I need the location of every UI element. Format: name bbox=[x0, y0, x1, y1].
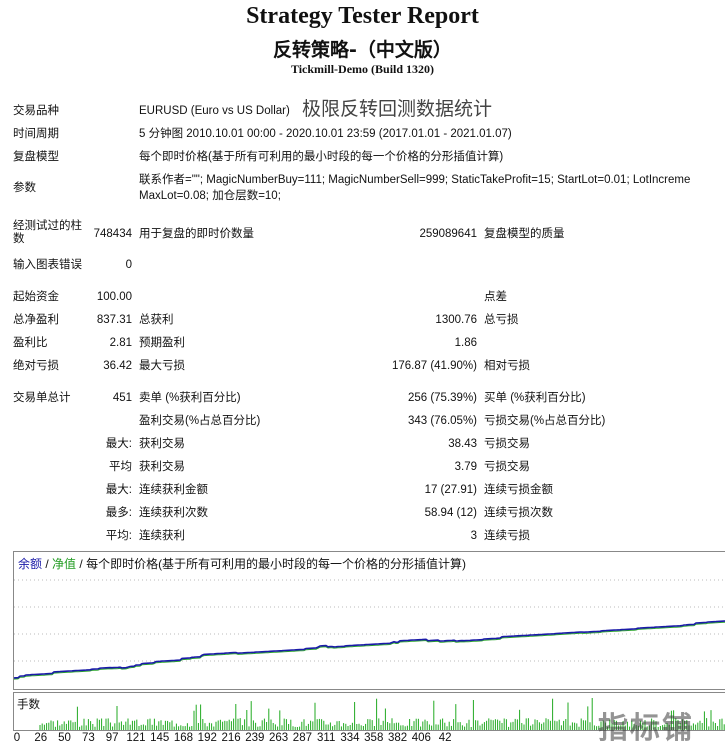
x-tick-label: 382 bbox=[387, 732, 408, 744]
cons-profit-count-value: 58.94 (12) bbox=[424, 507, 477, 519]
legend-balance: 余额 bbox=[18, 557, 43, 571]
average-label: 平均 bbox=[109, 461, 132, 473]
cons-wins-money-label: 连续获利金额 bbox=[139, 484, 208, 496]
x-tick-label: 406 bbox=[411, 732, 431, 744]
x-tick-label: 97 bbox=[105, 732, 119, 744]
gross-profit-label: 总获利 bbox=[139, 314, 174, 326]
watermark-text: 指标铺 bbox=[598, 712, 694, 745]
params-line-2: MaxLot=0.08; 加仓层数=10; bbox=[139, 190, 281, 202]
gross-loss-label: 总亏损 bbox=[484, 314, 519, 326]
maximal-label: 最多: bbox=[105, 507, 132, 519]
profit-trades-value: 343 (76.05%) bbox=[407, 415, 477, 427]
profit-factor-label: 盈利比 bbox=[13, 337, 48, 349]
spread-label: 点差 bbox=[484, 291, 507, 303]
profit-trades-label: 盈利交易(%占总百分比) bbox=[139, 415, 261, 427]
model-value: 每个即时价格(基于所有可利用的最小时段的每一个价格的分形插值计算) bbox=[139, 151, 504, 163]
largest-label: 最大: bbox=[105, 438, 132, 450]
avg-cons-wins-value: 3 bbox=[470, 530, 477, 542]
largest-profit-value: 38.43 bbox=[448, 438, 477, 450]
equity-line bbox=[14, 621, 725, 680]
x-tick-label: 0 bbox=[13, 732, 21, 744]
x-tick-label: 239 bbox=[245, 732, 265, 744]
server-build: Tickmill-Demo (Build 1320) bbox=[290, 62, 435, 76]
initial-deposit-label: 起始资金 bbox=[13, 291, 59, 303]
x-tick-label: 73 bbox=[81, 732, 95, 744]
long-trades-label: 买单 (%获利百分比) bbox=[484, 392, 586, 404]
x-tick-label: 50 bbox=[58, 732, 71, 744]
x-tick-label: 192 bbox=[197, 732, 217, 744]
avg-cons-wins-label: 连续获利 bbox=[139, 530, 185, 542]
symbol-label: 交易品种 bbox=[13, 105, 59, 117]
total-trades-label: 交易单总计 bbox=[13, 392, 71, 404]
avg-loss-label: 亏损交易 bbox=[484, 461, 530, 473]
graph-legend: 余额 / 净值 / 每个即时价格(基于所有可利用的最小时段的每一个价格的分形插值… bbox=[18, 555, 466, 572]
x-tick-label: 121 bbox=[126, 732, 146, 744]
legend-equity: 净值 bbox=[52, 557, 77, 571]
legend-model: 每个即时价格(基于所有可利用的最小时段的每一个价格的分形插值计算) bbox=[86, 557, 467, 571]
avg-profit-value: 3.79 bbox=[454, 461, 477, 473]
short-trades-value: 256 (75.39%) bbox=[407, 392, 477, 404]
x-tick-label: 358 bbox=[364, 732, 384, 744]
legend-separator: / bbox=[76, 557, 87, 571]
strategy-name: 反转策略-（中文版） bbox=[273, 39, 452, 61]
x-tick-label: 168 bbox=[173, 732, 194, 744]
gross-profit-value: 1300.76 bbox=[435, 314, 477, 326]
max-drawdown-value: 176.87 (41.90%) bbox=[391, 360, 477, 372]
overlay-caption: 极限反转回测数据统计 bbox=[302, 99, 493, 120]
loss-trades-label: 亏损交易(%占总百分比) bbox=[484, 415, 606, 427]
cons-loss-count-label: 连续亏损次数 bbox=[484, 507, 553, 519]
expected-payoff-label: 预期盈利 bbox=[139, 337, 185, 349]
x-tick-label: 42 bbox=[438, 732, 452, 744]
bars-value: 748434 bbox=[93, 228, 132, 240]
x-tick-label: 287 bbox=[292, 732, 312, 744]
x-tick-label: 145 bbox=[150, 732, 170, 744]
x-tick-label: 263 bbox=[269, 732, 289, 744]
bars-label: 经测试过的柱数 bbox=[13, 220, 82, 245]
cons-wins-money-value: 17 (27.91) bbox=[424, 484, 477, 496]
model-label: 复盘模型 bbox=[13, 151, 59, 163]
params-line-1: 联系作者=""; MagicNumberBuy=111; MagicNumber… bbox=[139, 174, 691, 186]
expected-payoff-value: 1.86 bbox=[454, 337, 477, 349]
period-label: 时间周期 bbox=[13, 128, 59, 140]
max-drawdown-label: 最大亏损 bbox=[139, 360, 185, 372]
abs-drawdown-label: 绝对亏损 bbox=[13, 360, 59, 372]
initial-deposit-value: 100.00 bbox=[96, 291, 132, 303]
cons-profit-count-label: 连续获利次数 bbox=[139, 507, 208, 519]
ticks-label: 用于复盘的即时价数量 bbox=[139, 228, 254, 240]
net-profit-value: 837.31 bbox=[96, 314, 132, 326]
errors-value: 0 bbox=[125, 259, 132, 271]
x-tick-label: 334 bbox=[340, 732, 360, 744]
avg-cons-losses-label: 连续亏损 bbox=[484, 530, 530, 542]
x-tick-label: 216 bbox=[221, 732, 241, 744]
avg-profit-label: 获利交易 bbox=[139, 461, 185, 473]
abs-drawdown-value: 36.42 bbox=[103, 360, 132, 372]
report-title: Strategy Tester Report bbox=[246, 3, 479, 29]
legend-separator: / bbox=[42, 557, 53, 571]
largest-loss-label: 亏损交易 bbox=[484, 438, 530, 450]
rel-drawdown-label: 相对亏损 bbox=[484, 360, 530, 372]
balance-line bbox=[14, 620, 725, 679]
balance-graph: 余额 / 净值 / 每个即时价格(基于所有可利用的最小时段的每一个价格的分形插值… bbox=[13, 551, 725, 690]
cons-losses-money-label: 连续亏损金额 bbox=[484, 484, 553, 496]
short-trades-label: 卖单 (%获利百分比) bbox=[139, 392, 241, 404]
errors-label: 输入图表错误 bbox=[13, 259, 82, 271]
volume-label: 手数 bbox=[17, 699, 40, 711]
net-profit-label: 总净盈利 bbox=[13, 314, 59, 326]
ticks-value: 259089641 bbox=[419, 228, 477, 240]
avg2-label: 平均: bbox=[105, 530, 132, 542]
x-tick-label: 311 bbox=[317, 732, 336, 744]
balance-graph-canvas bbox=[14, 579, 725, 680]
max-label: 最大: bbox=[105, 484, 132, 496]
profit-factor-value: 2.81 bbox=[109, 337, 132, 349]
total-trades-value: 451 bbox=[112, 392, 132, 404]
symbol-value: EURUSD (Euro vs US Dollar) bbox=[139, 105, 290, 117]
quality-label: 复盘模型的质量 bbox=[484, 228, 565, 240]
x-tick-label: 26 bbox=[34, 732, 48, 744]
largest-profit-label: 获利交易 bbox=[139, 438, 185, 450]
period-value: 5 分钟图 2010.10.01 00:00 - 2020.10.01 23:5… bbox=[139, 128, 512, 140]
params-label: 参数 bbox=[13, 182, 36, 194]
